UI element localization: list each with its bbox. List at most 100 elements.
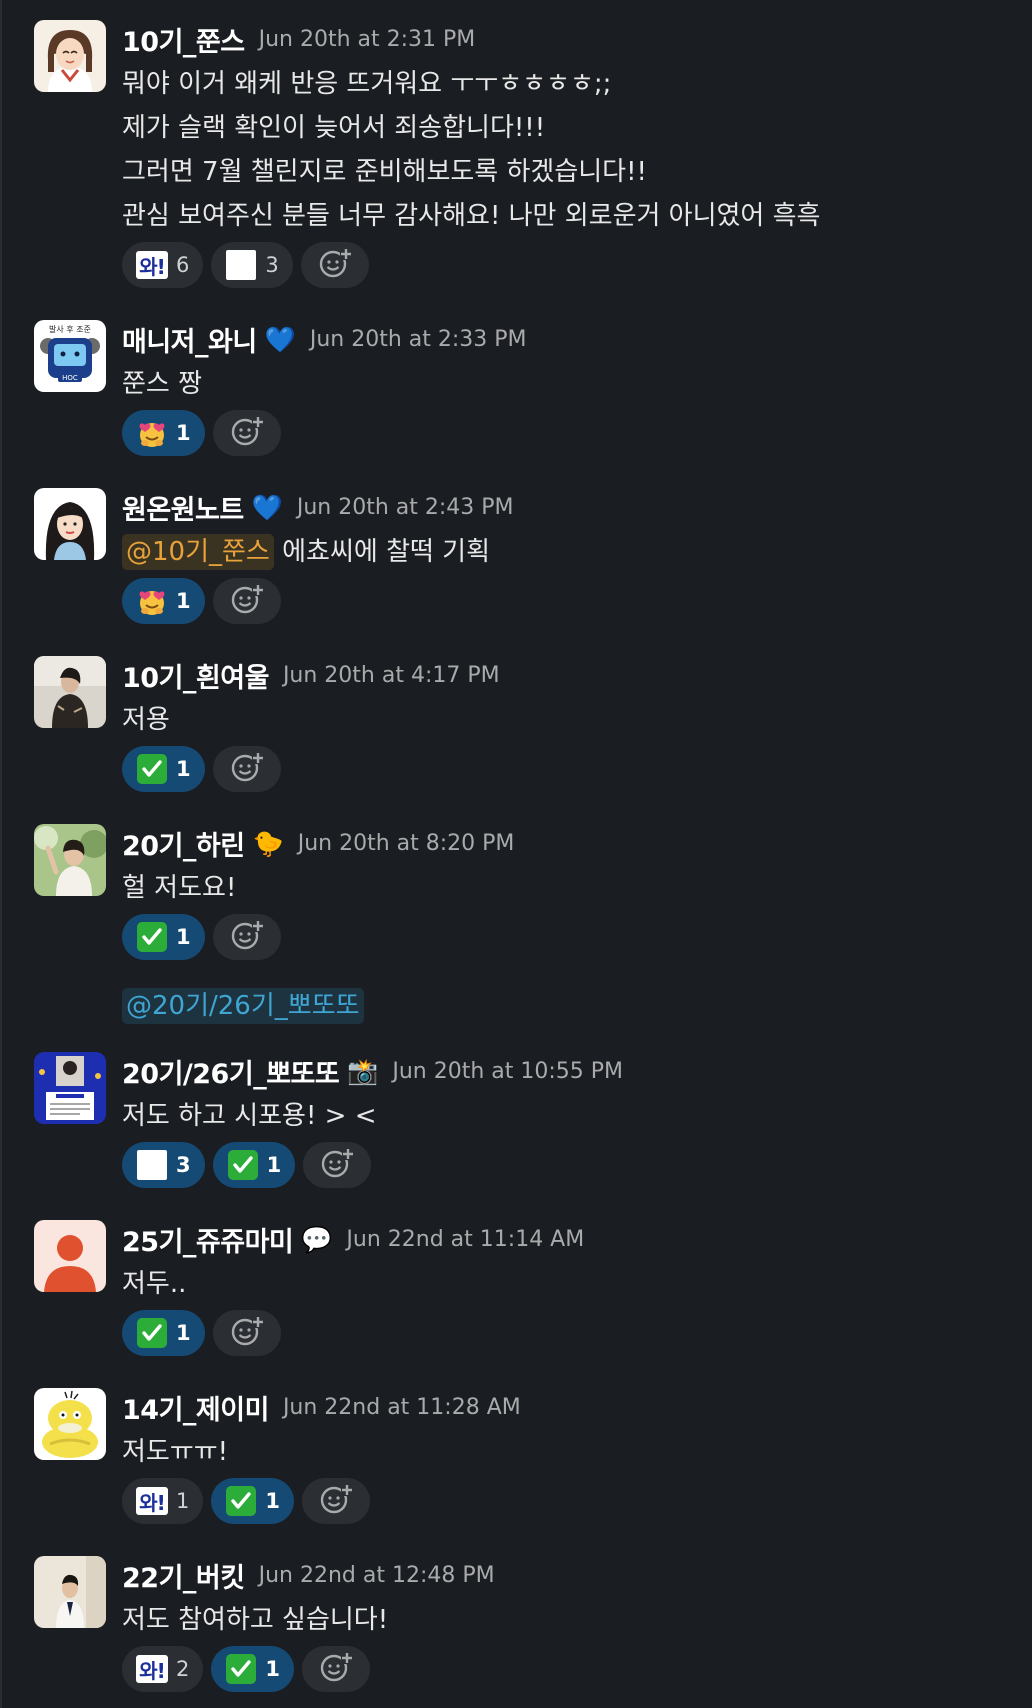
add-reaction-icon bbox=[318, 246, 352, 285]
timestamp[interactable]: Jun 22nd at 11:28 AM bbox=[283, 1395, 521, 1420]
add-reaction-button[interactable] bbox=[302, 1478, 370, 1524]
timestamp[interactable]: Jun 20th at 10:55 PM bbox=[392, 1059, 623, 1084]
add-reaction-icon bbox=[230, 750, 264, 789]
user-mention[interactable]: @20기/26기_뽀또또 bbox=[122, 988, 364, 1024]
reaction-white-square[interactable]: 3 bbox=[122, 1142, 205, 1188]
avatar[interactable] bbox=[34, 1220, 106, 1292]
add-reaction-button[interactable] bbox=[212, 578, 281, 624]
avatar[interactable] bbox=[34, 1556, 106, 1628]
user-mention[interactable]: @10기_쭌스 bbox=[122, 534, 274, 570]
reaction-count: 1 bbox=[265, 1489, 280, 1513]
reaction-count: 6 bbox=[176, 253, 190, 277]
add-reaction-button[interactable] bbox=[212, 914, 281, 960]
author-name[interactable]: 14기_제이미 bbox=[122, 1388, 269, 1427]
add-reaction-button[interactable] bbox=[300, 242, 369, 288]
message-body: 저두.. bbox=[122, 1262, 186, 1306]
reaction-count: 1 bbox=[176, 1489, 190, 1513]
reaction-check[interactable]: 1 bbox=[211, 1646, 294, 1692]
message-body: 저도 참여하고 싶습니다! bbox=[122, 1598, 388, 1642]
avatar[interactable] bbox=[34, 1388, 106, 1460]
reaction-count: 1 bbox=[176, 589, 191, 613]
message-body: @10기_쭌스 에쵸씨에 찰떡 기획 bbox=[122, 530, 490, 574]
reaction-wa[interactable]: 와! 2 bbox=[122, 1646, 204, 1692]
timestamp[interactable]: Jun 22nd at 12:48 PM bbox=[259, 1563, 495, 1588]
author-name[interactable]: 매니저_와니 bbox=[122, 320, 257, 359]
svg-text:HOC: HOC bbox=[62, 374, 78, 382]
author-name[interactable]: 25기_쥬쥬마미 bbox=[122, 1220, 294, 1259]
timestamp[interactable]: Jun 20th at 2:31 PM bbox=[259, 27, 476, 52]
author-name[interactable]: 20기_하린 bbox=[122, 824, 245, 863]
add-reaction-button[interactable] bbox=[302, 1646, 370, 1692]
message-body: 저도 하고 시포용! > < bbox=[122, 1094, 377, 1138]
status-camera-flash-icon[interactable]: 📸 bbox=[347, 1059, 378, 1084]
author-name[interactable]: 10기_쭌스 bbox=[122, 20, 245, 59]
hugging-heart-icon bbox=[136, 417, 168, 449]
status-blue-heart-icon[interactable]: 💙 bbox=[265, 327, 296, 352]
avatar[interactable] bbox=[34, 656, 106, 728]
add-reaction-icon bbox=[319, 1482, 353, 1521]
author-name[interactable]: 20기/26기_뽀또또 bbox=[122, 1052, 340, 1091]
reaction-count: 3 bbox=[265, 253, 279, 277]
message-header: 매니저_와니 💙 Jun 20th at 2:33 PM bbox=[122, 320, 527, 358]
timestamp[interactable]: Jun 22nd at 11:14 AM bbox=[346, 1227, 584, 1252]
white-check-mark-icon bbox=[227, 1149, 259, 1181]
message-header: 22기_버킷 Jun 22nd at 12:48 PM bbox=[122, 1556, 495, 1594]
white-check-mark-icon bbox=[136, 753, 168, 785]
message-line: 저두.. bbox=[122, 1269, 187, 1299]
reactions-bar: 와! 6 3 bbox=[122, 242, 369, 288]
reaction-hugging-heart[interactable]: 1 bbox=[122, 578, 205, 624]
reaction-hugging-heart[interactable]: 1 bbox=[122, 410, 205, 456]
reaction-white-square[interactable]: 3 bbox=[211, 242, 293, 288]
reaction-check[interactable]: 1 bbox=[122, 1310, 205, 1356]
reaction-wa[interactable]: 와! 1 bbox=[122, 1478, 204, 1524]
author-name[interactable]: 원온원노트 bbox=[122, 488, 244, 527]
avatar[interactable] bbox=[34, 824, 106, 896]
reaction-count: 2 bbox=[176, 1657, 190, 1681]
white-check-mark-icon bbox=[225, 1653, 257, 1685]
reaction-check[interactable]: 1 bbox=[212, 1142, 296, 1188]
timestamp[interactable]: Jun 20th at 8:20 PM bbox=[298, 831, 515, 856]
svg-text:발사 후 조준: 발사 후 조준 bbox=[49, 324, 91, 334]
timestamp[interactable]: Jun 20th at 4:17 PM bbox=[283, 663, 500, 688]
add-reaction-button[interactable] bbox=[303, 1142, 372, 1188]
message-header: 14기_제이미 Jun 22nd at 11:28 AM bbox=[122, 1388, 521, 1426]
white-check-mark-icon bbox=[136, 921, 168, 953]
status-chick-icon[interactable]: 🐤 bbox=[253, 831, 284, 856]
reaction-wa[interactable]: 와! 6 bbox=[122, 242, 204, 288]
message-line: @10기_쭌스 에쵸씨에 찰떡 기획 bbox=[122, 530, 490, 574]
wa-emoji-icon: 와! bbox=[136, 1653, 168, 1685]
timestamp[interactable]: Jun 20th at 2:33 PM bbox=[310, 327, 527, 352]
reactions-bar: 3 1 bbox=[122, 1142, 372, 1188]
status-blue-heart-icon[interactable]: 💙 bbox=[252, 495, 283, 520]
add-reaction-icon bbox=[230, 414, 264, 453]
timestamp[interactable]: Jun 20th at 2:43 PM bbox=[297, 495, 514, 520]
message-line: 저도 하고 시포용! > < bbox=[122, 1101, 377, 1131]
avatar[interactable]: 발사 후 조준 HOC bbox=[34, 320, 106, 392]
message-body: 저도ㅠㅠ! bbox=[122, 1430, 228, 1474]
add-reaction-button[interactable] bbox=[212, 1310, 281, 1356]
add-reaction-icon bbox=[320, 1146, 355, 1185]
avatar[interactable] bbox=[34, 20, 106, 92]
message-header: 원온원노트 💙 Jun 20th at 2:43 PM bbox=[122, 488, 514, 526]
message-body: 저용 bbox=[122, 698, 170, 742]
reaction-check[interactable]: 1 bbox=[211, 1478, 294, 1524]
avatar[interactable] bbox=[34, 1052, 106, 1124]
author-name[interactable]: 22기_버킷 bbox=[122, 1556, 245, 1595]
avatar[interactable] bbox=[34, 488, 106, 560]
reactions-bar: 1 bbox=[122, 410, 281, 456]
reaction-count: 1 bbox=[266, 1153, 282, 1177]
message-body: @20기/26기_뽀또또 bbox=[122, 984, 364, 1028]
author-name[interactable]: 10기_흰여울 bbox=[122, 656, 269, 695]
add-reaction-button[interactable] bbox=[212, 746, 281, 792]
reactions-bar: 와! 1 1 bbox=[122, 1478, 370, 1524]
reaction-count: 3 bbox=[176, 1153, 191, 1177]
reaction-count: 1 bbox=[265, 1657, 280, 1681]
add-reaction-icon bbox=[230, 918, 264, 957]
reaction-check[interactable]: 1 bbox=[122, 746, 205, 792]
message-body: 뭐야 이거 왜케 반응 뜨거워요 ㅜㅜㅎㅎㅎㅎ;; 제가 슬랙 확인이 늦어서 … bbox=[122, 62, 820, 238]
add-reaction-button[interactable] bbox=[212, 410, 281, 456]
pane-divider bbox=[0, 0, 2, 1708]
message-body: 쭌스 짱 bbox=[122, 362, 202, 406]
status-speech-balloon-icon[interactable]: 💬 bbox=[301, 1227, 332, 1252]
reaction-check[interactable]: 1 bbox=[122, 914, 205, 960]
